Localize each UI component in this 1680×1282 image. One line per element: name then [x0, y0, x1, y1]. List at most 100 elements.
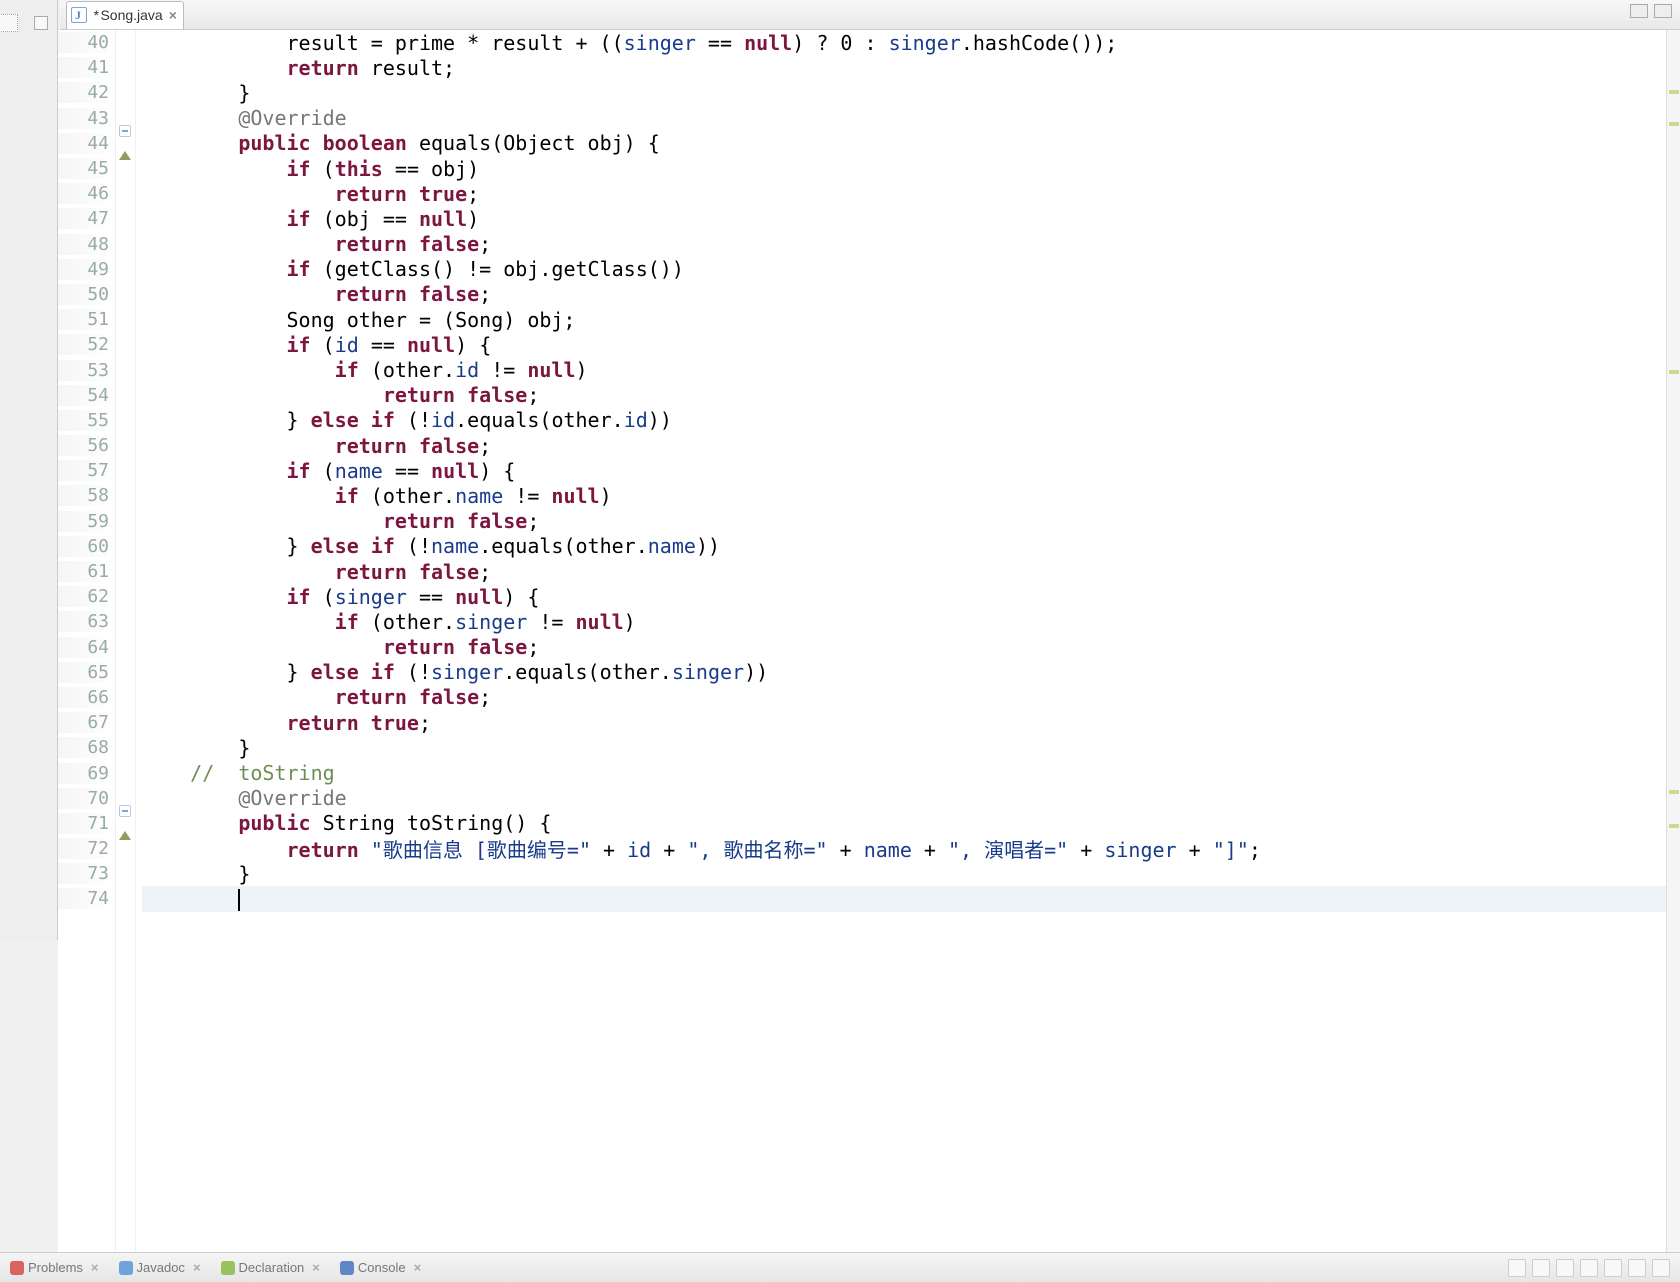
line-number[interactable]: 57: [58, 460, 115, 481]
code-line[interactable]: if (other.singer != null): [142, 610, 636, 634]
code-line[interactable]: return false;: [142, 383, 539, 407]
line-number[interactable]: 44: [58, 133, 115, 154]
close-view-icon[interactable]: ×: [312, 1260, 320, 1275]
line-number[interactable]: 52: [58, 334, 115, 355]
line-number[interactable]: 49: [58, 259, 115, 280]
code-line[interactable]: public String toString() {: [142, 811, 551, 835]
line-number[interactable]: 56: [58, 435, 115, 456]
line-number[interactable]: 64: [58, 637, 115, 658]
line-number[interactable]: 51: [58, 309, 115, 330]
code-area[interactable]: 40 41 42 43 44 45 46 47 48 49 50 51 52 53 54 55 56 57 58 59…: [58, 30, 1680, 1252]
line-number[interactable]: 45: [58, 158, 115, 179]
file-tab-song[interactable]: * Song.java ×: [66, 1, 184, 29]
line-number[interactable]: 72: [58, 838, 115, 859]
code-line[interactable]: if (this == obj): [142, 157, 479, 181]
code-line[interactable]: if (id == null) {: [142, 333, 491, 357]
line-number[interactable]: 68: [58, 737, 115, 758]
line-number[interactable]: 67: [58, 712, 115, 733]
line-number[interactable]: 58: [58, 485, 115, 506]
line-number[interactable]: 61: [58, 561, 115, 582]
code-line[interactable]: if (getClass() != obj.getClass()): [142, 257, 684, 281]
fold-toggle-icon[interactable]: [119, 125, 131, 137]
terminate-icon[interactable]: [1580, 1259, 1598, 1277]
clear-icon[interactable]: [1532, 1259, 1550, 1277]
overview-ruler[interactable]: [1666, 30, 1680, 1252]
collapsed-view-icon[interactable]: [0, 14, 18, 32]
line-number[interactable]: 54: [58, 385, 115, 406]
line-number[interactable]: 59: [58, 511, 115, 532]
line-number[interactable]: 60: [58, 536, 115, 557]
maximize-pane-icon[interactable]: [1654, 4, 1672, 18]
line-number[interactable]: 71: [58, 813, 115, 834]
view-tab-declaration[interactable]: Declaration×: [211, 1255, 330, 1281]
code-line[interactable]: Song other = (Song) obj;: [142, 308, 575, 332]
code-line[interactable]: return result;: [142, 56, 455, 80]
line-number[interactable]: 63: [58, 611, 115, 632]
line-number[interactable]: 69: [58, 763, 115, 784]
line-number-gutter[interactable]: 40 41 42 43 44 45 46 47 48 49 50 51 52 53 54 55 56 57 58 59…: [58, 30, 116, 1252]
code-line[interactable]: if (other.name != null): [142, 484, 612, 508]
code-line[interactable]: return false;: [142, 232, 491, 256]
line-number[interactable]: 40: [58, 32, 115, 53]
console-icon[interactable]: [1556, 1259, 1574, 1277]
code-line[interactable]: if (name == null) {: [142, 459, 515, 483]
code-line[interactable]: public boolean equals(Object obj) {: [142, 131, 660, 155]
code-line[interactable]: return false;: [142, 560, 491, 584]
line-number[interactable]: 53: [58, 360, 115, 381]
code-line[interactable]: return false;: [142, 635, 539, 659]
code-line[interactable]: @Override: [142, 106, 347, 130]
close-view-icon[interactable]: ×: [193, 1260, 201, 1275]
code-line[interactable]: if (other.id != null): [142, 358, 588, 382]
code-line[interactable]: } else if (!id.equals(other.id)): [142, 408, 672, 432]
override-indicator-icon[interactable]: [119, 151, 131, 160]
line-number[interactable]: 47: [58, 208, 115, 229]
line-number[interactable]: 48: [58, 234, 115, 255]
view-tab-javadoc[interactable]: Javadoc×: [109, 1255, 211, 1281]
view-tab-problems[interactable]: Problems×: [0, 1255, 109, 1281]
marker-column[interactable]: [116, 30, 136, 1252]
line-number[interactable]: 65: [58, 662, 115, 683]
line-number[interactable]: 41: [58, 57, 115, 78]
pin-icon[interactable]: [1508, 1259, 1526, 1277]
code-line[interactable]: return false;: [142, 509, 539, 533]
code-line[interactable]: return false;: [142, 282, 491, 306]
line-number[interactable]: 55: [58, 410, 115, 431]
code-line[interactable]: // toString: [142, 761, 335, 785]
fold-toggle-icon[interactable]: [119, 805, 131, 817]
line-number[interactable]: 50: [58, 284, 115, 305]
line-number[interactable]: 66: [58, 687, 115, 708]
min-bottom-icon[interactable]: [1628, 1259, 1646, 1277]
code-line[interactable]: } else if (!name.equals(other.name)): [142, 534, 720, 558]
max-bottom-icon[interactable]: [1652, 1259, 1670, 1277]
code-line[interactable]: }: [142, 81, 250, 105]
close-tab-icon[interactable]: ×: [169, 7, 177, 23]
close-view-icon[interactable]: ×: [414, 1260, 422, 1275]
code-line[interactable]: if (obj == null): [142, 207, 479, 231]
code-line[interactable]: if (singer == null) {: [142, 585, 539, 609]
minimize-icon[interactable]: [34, 16, 48, 30]
code-line[interactable]: result = prime * result + ((singer == nu…: [142, 31, 1117, 55]
code-lines[interactable]: result = prime * result + ((singer == nu…: [136, 30, 1680, 1252]
code-line[interactable]: @Override: [142, 786, 347, 810]
override-indicator-icon[interactable]: [119, 831, 131, 840]
code-line[interactable]: return false;: [142, 434, 491, 458]
line-number[interactable]: 42: [58, 82, 115, 103]
line-number[interactable]: 73: [58, 863, 115, 884]
minimize-pane-icon[interactable]: [1630, 4, 1648, 18]
code-line[interactable]: } else if (!singer.equals(other.singer)): [142, 660, 768, 684]
code-line[interactable]: }: [142, 736, 250, 760]
line-number[interactable]: 70: [58, 788, 115, 809]
code-line[interactable]: return "歌曲信息 [歌曲编号=" + id + ", 歌曲名称=" + …: [142, 834, 1261, 863]
code-line[interactable]: return false;: [142, 685, 491, 709]
code-line[interactable]: }: [142, 862, 250, 886]
line-number[interactable]: 74: [58, 888, 115, 909]
line-number[interactable]: 43: [58, 108, 115, 129]
scroll-lock-icon[interactable]: [1604, 1259, 1622, 1277]
code-line[interactable]: [142, 887, 240, 912]
line-number[interactable]: 46: [58, 183, 115, 204]
line-number[interactable]: 62: [58, 586, 115, 607]
close-view-icon[interactable]: ×: [91, 1260, 99, 1275]
code-line[interactable]: return true;: [142, 182, 479, 206]
view-tab-console[interactable]: Console×: [330, 1255, 431, 1281]
code-line[interactable]: return true;: [142, 711, 431, 735]
